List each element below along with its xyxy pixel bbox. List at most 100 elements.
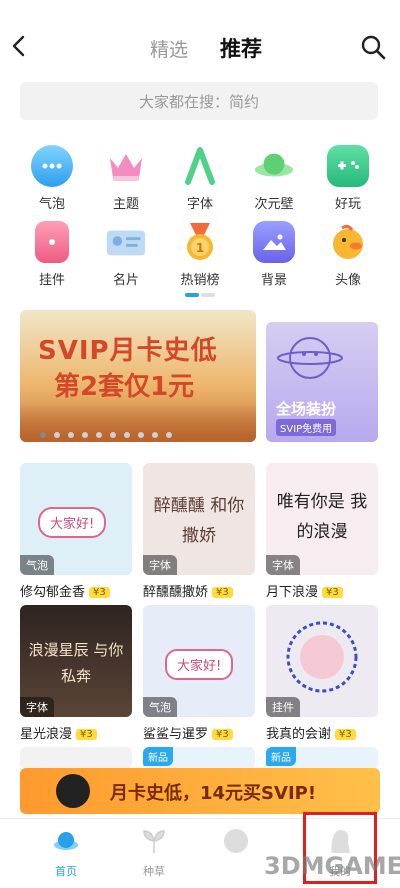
item-type-tag: 字体 — [143, 555, 177, 575]
item-type-tag: 气泡 — [20, 555, 54, 575]
category-fun[interactable]: 好玩 — [316, 145, 380, 212]
banner-dot — [96, 432, 102, 438]
pager-dot-active — [185, 293, 199, 297]
svip-promo-strip[interactable]: 月卡史低，14元买SVIP! — [20, 768, 380, 814]
category-pendant[interactable]: 挂件 — [20, 221, 84, 288]
item-type-tag: 气泡 — [143, 697, 177, 717]
new-badge: 新品 — [266, 747, 296, 766]
banner-subtitle: 第2套仅1元 — [54, 372, 195, 402]
category-bestseller[interactable]: 1 热销榜 — [168, 221, 232, 288]
item-price: ¥3 — [335, 729, 356, 740]
search-icon[interactable] — [360, 34, 386, 60]
category-label: 名片 — [112, 273, 139, 288]
category-dimension-wall[interactable]: 次元壁 — [242, 145, 306, 212]
item-name: 月下浪漫 — [266, 585, 319, 600]
banner-dot — [152, 432, 158, 438]
category-font[interactable]: 字体 — [168, 145, 232, 212]
item-card[interactable]: 新品 — [143, 747, 255, 769]
home-planet-icon — [54, 832, 78, 850]
banner-dot — [138, 432, 144, 438]
font-a-icon — [179, 145, 221, 187]
item-card[interactable]: 新品 — [266, 747, 378, 769]
item-type-tag: 挂件 — [266, 697, 300, 717]
item-card[interactable]: 唯有你是 我的浪漫 字体 月下浪漫 ¥3 — [266, 463, 378, 600]
tag-icon — [35, 221, 69, 263]
item-thumbnail: 新品 — [266, 747, 378, 769]
item-card[interactable]: 大家好! 气泡 修勾郁金香 ¥3 — [20, 463, 132, 600]
category-label: 热销榜 — [180, 273, 220, 288]
item-price: ¥3 — [212, 729, 233, 740]
category-label: 次元壁 — [254, 197, 294, 212]
item-title-row: 星光浪漫 ¥3 — [20, 723, 132, 742]
bubble-preview: 大家好! — [38, 507, 107, 538]
banner-dot — [166, 432, 172, 438]
item-card[interactable] — [20, 747, 132, 769]
item-thumbnail: 挂件 — [266, 605, 378, 717]
bubble-icon — [31, 145, 73, 187]
item-title-row: 鲨鲨与暹罗 ¥3 — [143, 723, 255, 742]
item-thumbnail: 新品 — [143, 747, 255, 769]
item-name: 星光浪漫 — [20, 727, 73, 742]
font-preview: 醉醺醺 和你撒娇 — [153, 496, 245, 546]
item-card[interactable]: 醉醺醺 和你撒娇 字体 醉醺醺撒娇 ¥3 — [143, 463, 255, 600]
item-title-row: 醉醺醺撒娇 ¥3 — [143, 581, 255, 600]
banner-pager — [40, 432, 172, 440]
banner-free-decor[interactable]: 全场装扮 SVIP免费用 — [266, 322, 378, 442]
tab-recommended[interactable]: 推荐 — [220, 33, 262, 63]
tab-label: 首页 — [55, 865, 77, 878]
alien-planet-illustration — [277, 337, 343, 379]
item-card[interactable]: 大家好! 气泡 鲨鲨与暹罗 ¥3 — [143, 605, 255, 742]
category-avatar[interactable]: 头像 — [316, 221, 380, 288]
banner-dot-active — [40, 432, 46, 438]
promo-text: 月卡史低，14元买SVIP! — [110, 783, 317, 804]
image-icon — [253, 221, 295, 263]
category-label: 主题 — [112, 197, 139, 212]
mascot-icon — [224, 829, 248, 853]
banner-dot — [54, 432, 60, 438]
category-label: 头像 — [334, 273, 361, 288]
search-input[interactable]: 大家都在搜：简约 — [20, 82, 378, 120]
item-price: ¥3 — [322, 587, 343, 598]
item-card[interactable]: 挂件 我真的会谢 ¥3 — [266, 605, 378, 742]
gamepad-icon — [327, 145, 369, 187]
bubble-preview: 大家好! — [165, 649, 234, 680]
banner-svip-promo[interactable]: SVIP月卡史低 第2套仅1元 — [20, 310, 256, 442]
category-label: 背景 — [260, 273, 287, 288]
item-thumbnail: 大家好! 气泡 — [20, 463, 132, 575]
banner-dot — [68, 432, 74, 438]
tab-grass[interactable]: 种草 — [124, 827, 184, 879]
category-background[interactable]: 背景 — [242, 221, 306, 288]
item-thumbnail: 醉醺醺 和你撒娇 字体 — [143, 463, 255, 575]
item-title-row: 月下浪漫 ¥3 — [266, 581, 378, 600]
banner-dot — [110, 432, 116, 438]
pager-dot — [201, 293, 215, 297]
category-label: 挂件 — [38, 273, 65, 288]
category-theme[interactable]: 主题 — [94, 145, 158, 212]
card-icon — [105, 221, 147, 263]
category-namecard[interactable]: 名片 — [94, 221, 158, 288]
header: 精选 推荐 — [0, 0, 400, 80]
banner-side-title: 全场装扮 — [276, 400, 337, 418]
item-price: ¥3 — [76, 729, 97, 740]
tab-featured[interactable]: 精选 — [150, 35, 188, 62]
tab-home[interactable]: 首页 — [36, 827, 96, 879]
item-price: ¥3 — [212, 587, 233, 598]
item-thumbnail: 大家好! 气泡 — [143, 605, 255, 717]
item-name: 修勾郁金香 — [20, 585, 86, 600]
font-preview: 唯有你是 我的浪漫 — [276, 492, 368, 542]
category-bubble[interactable]: 气泡 — [20, 145, 84, 212]
item-card[interactable]: 浪漫星辰 与你私奔 字体 星光浪漫 ¥3 — [20, 605, 132, 742]
tab-label: 种草 — [143, 865, 165, 878]
item-thumbnail: 唯有你是 我的浪漫 字体 — [266, 463, 378, 575]
back-icon[interactable] — [10, 34, 28, 58]
qq-penguin-icon — [56, 774, 90, 808]
item-type-tag: 字体 — [266, 555, 300, 575]
item-thumbnail: 浪漫星辰 与你私奔 字体 — [20, 605, 132, 717]
item-name: 鲨鲨与暹罗 — [143, 727, 209, 742]
search-placeholder: 大家都在搜：简约 — [138, 92, 259, 111]
item-title-row: 修勾郁金香 ¥3 — [20, 581, 132, 600]
item-type-tag: 字体 — [20, 697, 54, 717]
medal-icon: 1 — [179, 221, 221, 263]
tab-center[interactable] — [206, 827, 266, 863]
grid-pager — [185, 293, 215, 297]
